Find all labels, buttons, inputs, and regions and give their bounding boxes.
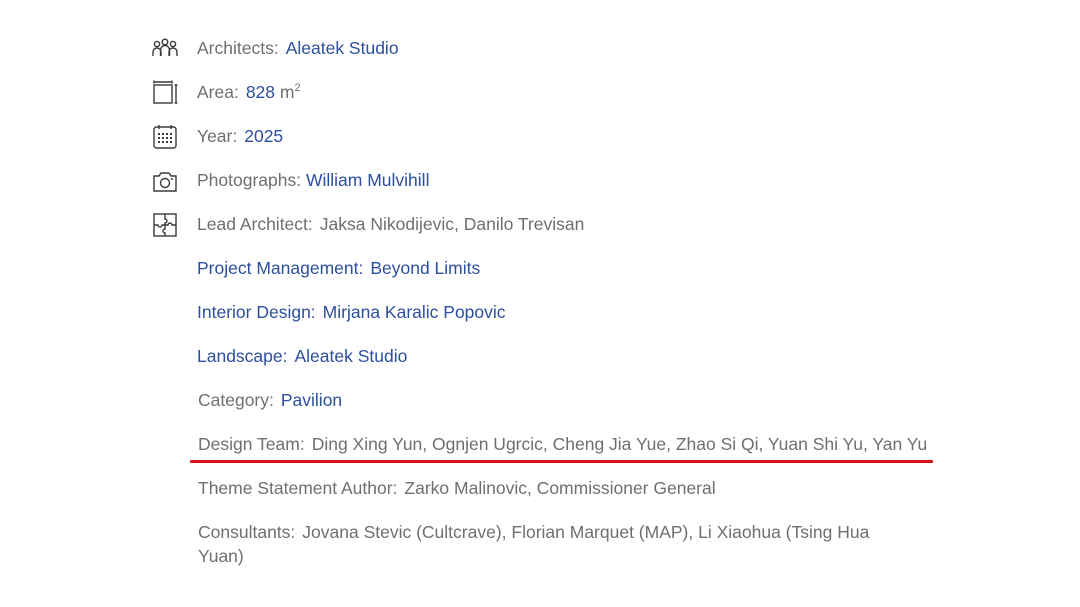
calendar-icon [153,125,177,149]
design-team-value: Ding Xing Yun, Ognjen Ugrcic, Cheng Jia … [311,434,928,454]
theme-statement-author-text: Theme Statement Author: Zarko Malinovic, … [198,473,716,503]
consultants-row: Consultants: Jovana Stevic (Cultcrave), F… [198,520,918,568]
consultants-value: Jovana Stevic (Cultcrave), Florian Marqu… [198,522,870,566]
landscape-link[interactable]: Aleatek Studio [295,346,408,366]
interior-design-label[interactable]: Interior Design: [197,302,316,322]
category-link[interactable]: Pavilion [281,390,342,410]
theme-statement-author-label: Theme Statement Author: [198,478,398,498]
consultants-label: Consultants: [198,522,296,542]
lead-architect-text: Lead Architect: Jaksa Nikodijevic, Danilo… [197,209,584,239]
architects-link[interactable]: Aleatek Studio [286,38,399,58]
architects-label: Architects: [197,38,279,58]
landscape-label[interactable]: Landscape: [197,346,288,366]
camera-icon [153,172,177,192]
area-unit: m [279,82,295,102]
highlight-underline [190,460,933,463]
project-management-link[interactable]: Beyond Limits [370,258,480,278]
theme-statement-author-value: Zarko Malinovic, Commissioner General [404,478,716,498]
puzzle-icon [153,213,177,237]
interior-design-link[interactable]: Mirjana Karalic Popovic [323,302,506,322]
design-team-label: Design Team: [198,434,305,454]
photographs-link[interactable]: William Mulvihill [306,170,429,190]
area-value[interactable]: 828 [246,82,275,102]
area-icon [153,80,178,104]
area-unit-superscript: 2 [294,82,301,94]
lead-architect-label: Lead Architect: [197,214,313,234]
people-icon [152,38,178,56]
interior-design-text: Interior Design: Mirjana Karalic Popovic [197,297,506,327]
photographs-label: Photographs: [197,170,302,190]
category-text: Category: Pavilion [198,385,342,415]
design-team-text: Design Team: Ding Xing Yun, Ognjen Ugrcic… [198,429,927,459]
category-label: Category: [198,390,274,410]
lead-architect-value: Jaksa Nikodijevic, Danilo Trevisan [319,214,585,234]
year-label: Year: [197,126,238,146]
architects-text: Architects: Aleatek Studio [197,33,399,63]
project-management-text: Project Management: Beyond Limits [197,253,480,283]
landscape-text: Landscape: Aleatek Studio [197,341,407,371]
area-text: Area: 828 m2 [197,77,301,107]
area-label: Area: [197,82,239,102]
project-management-label[interactable]: Project Management: [197,258,363,278]
year-link[interactable]: 2025 [244,126,283,146]
year-text: Year: 2025 [197,121,283,151]
photographs-text: Photographs: William Mulvihill [197,165,429,195]
